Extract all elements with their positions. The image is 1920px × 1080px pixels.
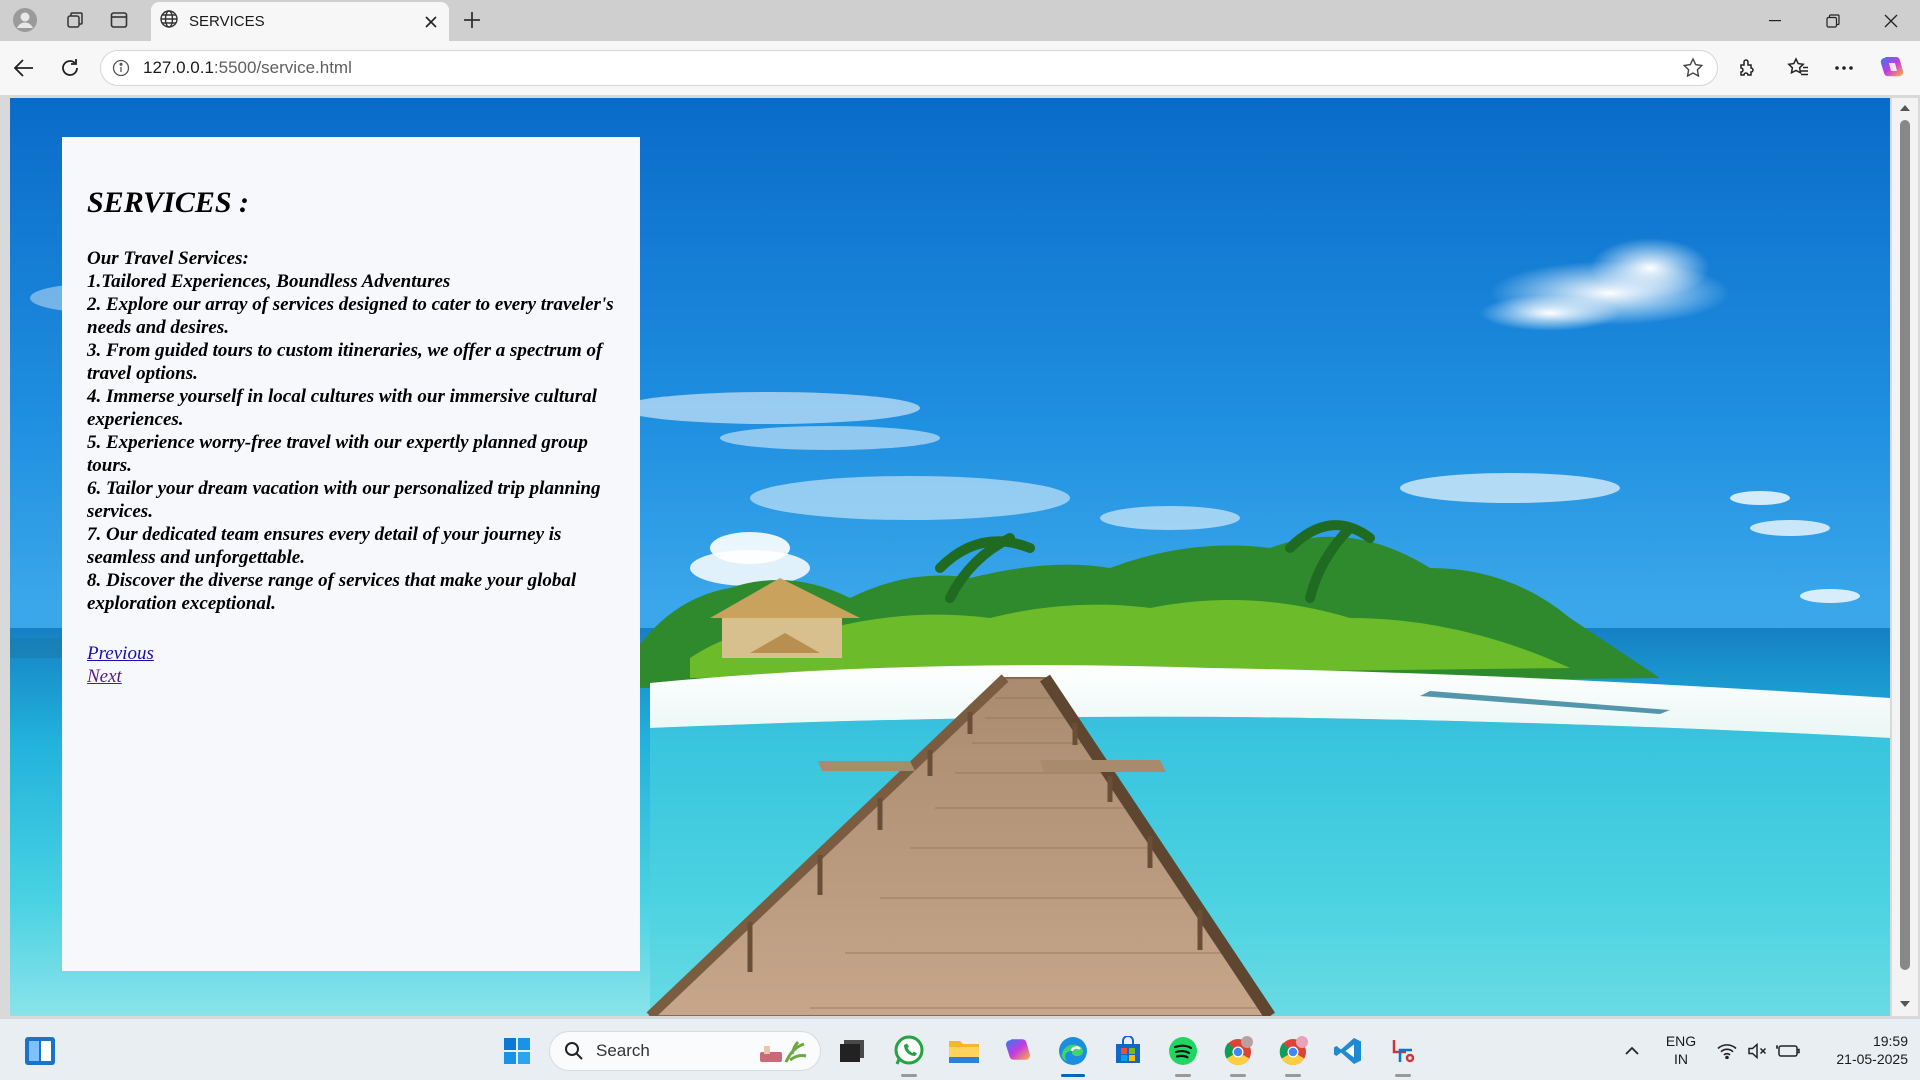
vscode-icon[interactable] (1328, 1031, 1368, 1071)
services-subheading: Our Travel Services: (87, 248, 249, 269)
list-item: 8. Discover the diverse range of service… (87, 570, 577, 614)
search-label: Search (596, 1041, 650, 1060)
whatsapp-icon[interactable] (889, 1031, 929, 1077)
scroll-up-icon[interactable] (1900, 104, 1910, 112)
close-window-icon[interactable] (1862, 0, 1920, 41)
page-heading: SERVICES : (87, 186, 250, 219)
running-indicator (1175, 1074, 1191, 1077)
microsoft-store-icon[interactable] (1108, 1031, 1148, 1071)
services-panel: SERVICES : Our Travel Services: 1.Tailor… (62, 137, 640, 971)
extensions-icon[interactable] (1730, 50, 1766, 86)
new-tab-icon[interactable] (455, 4, 489, 36)
list-item: 4. Immerse yourself in local cultures wi… (87, 386, 597, 430)
site-info-icon[interactable] (111, 58, 131, 78)
vertical-tabs-icon[interactable] (102, 4, 136, 36)
language-code: ENG (1665, 1033, 1697, 1049)
tab-title: SERVICES (189, 13, 265, 30)
list-item: 2. Explore our array of services designe… (87, 294, 614, 338)
spotify-icon[interactable] (1163, 1031, 1203, 1077)
search-icon (565, 1042, 583, 1060)
active-indicator (1061, 1074, 1085, 1077)
running-indicator (1395, 1074, 1411, 1077)
list-item: 1.Tailored Experiences, Boundless Advent… (87, 271, 451, 292)
back-arrow-icon[interactable] (6, 50, 42, 86)
scrollbar-thumb[interactable] (1900, 120, 1910, 970)
url-path: :5500/service.html (213, 58, 352, 77)
favorites-icon[interactable] (1780, 50, 1816, 86)
profile-icon[interactable] (8, 4, 42, 36)
clock-time: 19:59 (1872, 1033, 1908, 1049)
snipping-tool-icon[interactable] (1383, 1031, 1423, 1077)
copilot-app-icon[interactable] (998, 1031, 1038, 1071)
show-hidden-icons-chevron-icon[interactable] (1612, 1031, 1652, 1071)
taskbar: Search ENG IN 19:59 21-05-2025 (0, 1018, 1920, 1080)
clock-date: 21-05-2025 (1836, 1051, 1908, 1067)
widgets-icon[interactable] (20, 1031, 60, 1071)
vertical-scrollbar[interactable] (1892, 98, 1918, 1016)
battery-charging-icon[interactable] (1768, 1031, 1808, 1071)
running-indicator (1230, 1074, 1246, 1077)
address-bar[interactable]: 127.0.0.1:5500/service.html (100, 50, 1718, 86)
region-code: IN (1674, 1051, 1688, 1067)
scroll-down-icon[interactable] (1900, 1000, 1910, 1008)
clock[interactable]: 19:59 21-05-2025 (1812, 1032, 1908, 1068)
next-link[interactable]: Next (87, 665, 616, 688)
list-item: 6. Tailor your dream vacation with our p… (87, 478, 601, 522)
task-view-icon[interactable] (832, 1031, 872, 1071)
copilot-icon[interactable] (1874, 50, 1910, 86)
more-menu-icon[interactable] (1826, 50, 1862, 86)
file-explorer-icon[interactable] (944, 1031, 984, 1071)
taskbar-search[interactable]: Search (549, 1031, 821, 1071)
search-highlight-icon (760, 1040, 807, 1063)
previous-link[interactable]: Previous (87, 642, 616, 665)
tab-services[interactable]: SERVICES (151, 2, 449, 41)
browser-toolbar: 127.0.0.1:5500/service.html (0, 41, 1920, 95)
list-item: 7. Our dedicated team ensures every deta… (87, 524, 562, 568)
title-bar: SERVICES (0, 0, 1920, 41)
start-windows-icon[interactable] (497, 1031, 537, 1071)
page-viewport: SERVICES : Our Travel Services: 1.Tailor… (10, 98, 1890, 1016)
services-list: 1.Tailored Experiences, Boundless Advent… (87, 270, 616, 615)
globe-icon (159, 9, 179, 34)
page-navigation: Previous Next (87, 642, 616, 688)
favorite-star-icon[interactable] (1677, 52, 1709, 84)
input-language-indicator[interactable]: ENG IN (1660, 1032, 1702, 1068)
minimize-icon[interactable] (1746, 0, 1804, 41)
running-indicator (1285, 1074, 1301, 1077)
refresh-icon[interactable] (52, 50, 88, 86)
running-indicator (901, 1074, 917, 1077)
chrome-profile-2-icon[interactable] (1273, 1031, 1313, 1077)
list-item: 3. From guided tours to custom itinerari… (87, 340, 603, 384)
chrome-profile-1-icon[interactable] (1218, 1031, 1258, 1077)
edge-browser-icon[interactable] (1053, 1031, 1093, 1077)
url-text[interactable]: 127.0.0.1:5500/service.html (143, 58, 1677, 78)
workspaces-icon[interactable] (58, 4, 92, 36)
url-host: 127.0.0.1 (143, 58, 214, 77)
list-item: 5. Experience worry-free travel with our… (87, 432, 588, 476)
restore-icon[interactable] (1804, 0, 1862, 41)
close-tab-icon[interactable] (417, 8, 445, 36)
